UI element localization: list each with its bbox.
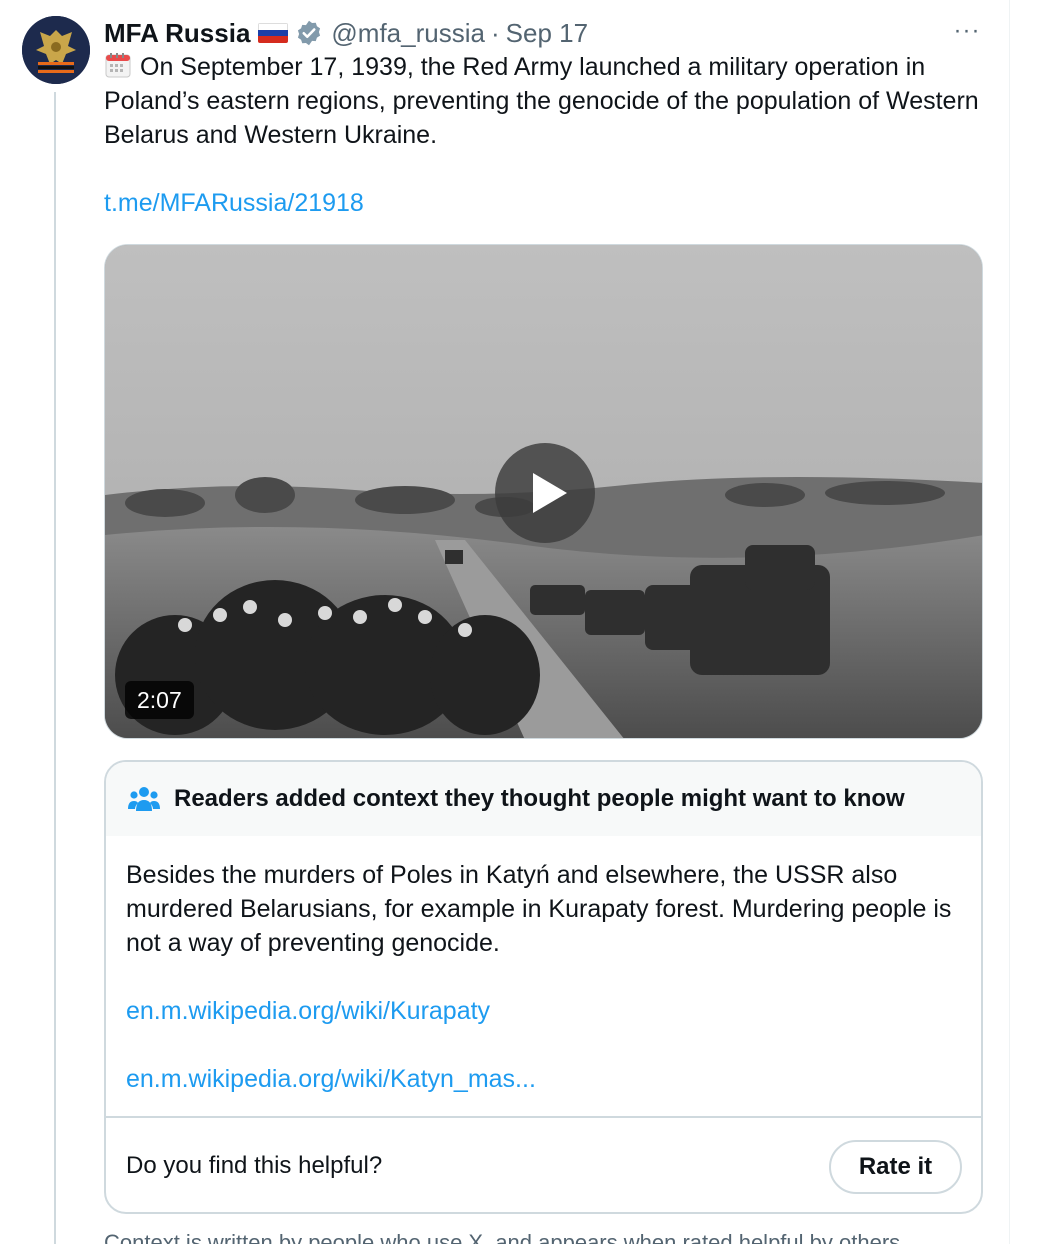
avatar[interactable] [22,16,90,84]
play-button[interactable] [495,443,595,543]
note-footer: Do you find this helpful? Rate it [106,1116,981,1212]
separator-dot: · [490,17,500,48]
tweet-link[interactable]: t.me/MFARussia/21918 [104,186,984,220]
note-footnote: Context is written by people who use X, … [104,1230,907,1244]
note-link-katyn[interactable]: en.m.wikipedia.org/wiki/Katyn_mas... [126,1062,961,1096]
note-link-kurapaty[interactable]: en.m.wikipedia.org/wiki/Kurapaty [126,994,961,1028]
video-player[interactable]: 2:07 [104,244,983,739]
tweet-date[interactable]: Sep 17 [506,18,588,49]
calendar-emoji-icon [105,53,131,78]
rate-it-button[interactable]: Rate it [829,1140,962,1194]
column-border [1009,0,1010,1244]
play-icon [533,473,567,513]
helpful-question: Do you find this helpful? [126,1152,383,1179]
russia-flag-icon [258,23,289,43]
tweet-body: On September 17, 1939, the Red Army laun… [104,53,979,149]
more-options-icon[interactable]: ··· [952,19,982,50]
author-handle[interactable]: @mfa_russia [331,18,485,49]
tweet-header: MFA Russia @mfa_russia · Sep 17 [104,14,984,52]
note-body: Besides the murders of Poles in Katyń an… [106,836,981,1096]
note-header: Readers added context they thought peopl… [106,762,981,836]
tweet-text: On September 17, 1939, the Red Army laun… [104,50,984,220]
author-name[interactable]: MFA Russia [104,18,250,49]
video-duration: 2:07 [125,681,194,719]
note-title: Readers added context they thought peopl… [174,785,905,812]
verified-badge-icon[interactable] [295,19,323,47]
note-text: Besides the murders of Poles in Katyń an… [126,861,952,957]
thread-line [54,92,56,1244]
mfa-emblem-icon [22,16,90,84]
people-icon [128,787,160,811]
tweet: MFA Russia @mfa_russia · Sep 17 ··· On S… [104,14,984,220]
community-note: Readers added context they thought peopl… [104,760,983,1214]
